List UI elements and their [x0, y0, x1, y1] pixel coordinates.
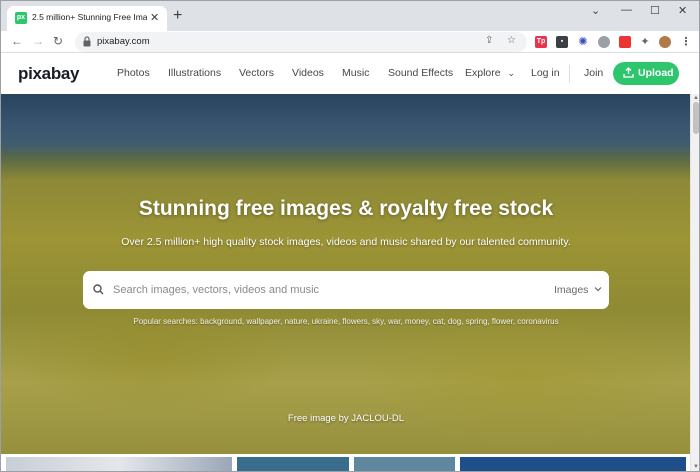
share-icon[interactable]: ⇪	[485, 35, 493, 46]
extension-dark-icon[interactable]: ▪	[556, 36, 568, 48]
bookmark-star-icon[interactable]: ☆	[507, 35, 516, 46]
nav-explore-label: Explore	[465, 67, 501, 79]
pixabay-logo[interactable]: pixabay	[18, 64, 80, 84]
nav-photos[interactable]: Photos	[117, 67, 150, 79]
reload-icon[interactable]: ↻	[53, 34, 63, 48]
gallery-thumb[interactable]	[237, 457, 349, 471]
address-bar[interactable]: pixabay.com ⇪ ☆	[75, 32, 527, 52]
gallery-strip	[1, 454, 691, 471]
nav-music[interactable]: Music	[342, 67, 369, 79]
scroll-up-icon[interactable]: ▲	[693, 95, 699, 101]
site-header: pixabay Photos Illustrations Vectors Vid…	[1, 54, 699, 94]
extensions-puzzle-icon[interactable]: ✦	[639, 36, 651, 48]
tab-title: 2.5 million+ Stunning Free Images	[32, 12, 147, 22]
pixabay-favicon-icon: px	[15, 12, 27, 24]
maximize-icon[interactable]: ☐	[650, 4, 660, 17]
nav-illustrations[interactable]: Illustrations	[168, 67, 221, 79]
hero-banner: Stunning free images & royalty free stoc…	[1, 94, 691, 454]
chevron-down-icon[interactable]	[594, 285, 602, 293]
search-input[interactable]	[113, 279, 533, 301]
close-window-icon[interactable]: ✕	[678, 4, 687, 17]
tab-strip: px 2.5 million+ Stunning Free Images ✕ +…	[1, 1, 699, 31]
chevron-down-icon: ⌄	[507, 68, 516, 78]
lock-icon	[83, 36, 91, 47]
join-link[interactable]: Join	[584, 67, 603, 79]
popular-searches[interactable]: Popular searches: background, wallpaper,…	[1, 317, 691, 326]
extension-snowflake-icon[interactable]: ✺	[577, 36, 589, 48]
extension-circle-icon[interactable]	[598, 36, 610, 48]
upload-button[interactable]: Upload	[613, 62, 679, 85]
page-scrollbar[interactable]: ▲ ▼	[690, 94, 699, 471]
scrollbar-thumb[interactable]	[693, 102, 699, 134]
tab-close-icon[interactable]: ✕	[150, 11, 159, 24]
login-link[interactable]: Log in	[531, 67, 560, 79]
search-bar: Images	[83, 271, 609, 309]
nav-sound-effects[interactable]: Sound Effects	[388, 67, 453, 79]
hero-subtitle: Over 2.5 million+ high quality stock ima…	[121, 236, 571, 248]
nav-videos[interactable]: Videos	[292, 67, 324, 79]
extension-red-icon[interactable]	[619, 36, 631, 48]
browser-menu-icon[interactable]: ⋮	[680, 36, 692, 48]
image-credit[interactable]: Free image by JACLOU-DL	[1, 413, 691, 424]
browser-window: px 2.5 million+ Stunning Free Images ✕ +…	[0, 0, 700, 472]
profile-avatar[interactable]	[659, 36, 671, 48]
gallery-thumb[interactable]	[460, 457, 686, 471]
nav-explore[interactable]: Explore ⌄	[465, 67, 515, 79]
minimize-icon[interactable]: —	[621, 4, 632, 16]
hero-title: Stunning free images & royalty free stoc…	[138, 197, 554, 220]
upload-icon	[623, 67, 634, 78]
header-divider	[569, 65, 570, 83]
upload-label: Upload	[638, 67, 674, 79]
gallery-thumb[interactable]	[354, 457, 455, 471]
gallery-thumb[interactable]	[6, 457, 232, 471]
forward-icon[interactable]: →	[32, 34, 44, 48]
back-icon[interactable]: ←	[11, 34, 23, 48]
nav-vectors[interactable]: Vectors	[239, 67, 274, 79]
extension-tp-icon[interactable]: Tp	[535, 36, 547, 48]
chevron-down-icon[interactable]: ⌄	[591, 4, 600, 17]
browser-tab[interactable]: px 2.5 million+ Stunning Free Images ✕	[7, 6, 167, 31]
new-tab-icon[interactable]: +	[173, 8, 182, 24]
browser-toolbar: ← → ↻ pixabay.com ⇪ ☆ Tp ▪ ✺ ✦ ⋮	[1, 31, 699, 53]
url-text: pixabay.com	[97, 36, 150, 47]
search-icon[interactable]	[93, 284, 104, 295]
scroll-down-icon[interactable]: ▼	[693, 464, 699, 470]
search-type-select[interactable]: Images	[554, 284, 588, 296]
